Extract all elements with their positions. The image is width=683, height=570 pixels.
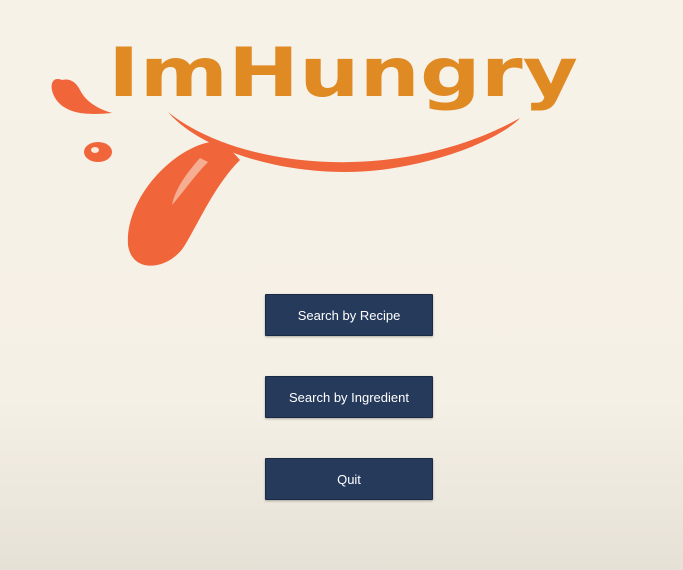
- app-logo: ImHungry: [40, 30, 600, 280]
- tongue-shape: [127, 142, 240, 266]
- splash-drop-small: [84, 142, 112, 162]
- quit-button[interactable]: Quit: [265, 458, 433, 500]
- splash-drop-large: [51, 79, 112, 114]
- search-by-ingredient-button[interactable]: Search by Ingredient: [265, 376, 433, 418]
- logo-wordmark: ImHungry: [108, 34, 578, 113]
- search-by-recipe-button[interactable]: Search by Recipe: [265, 294, 433, 336]
